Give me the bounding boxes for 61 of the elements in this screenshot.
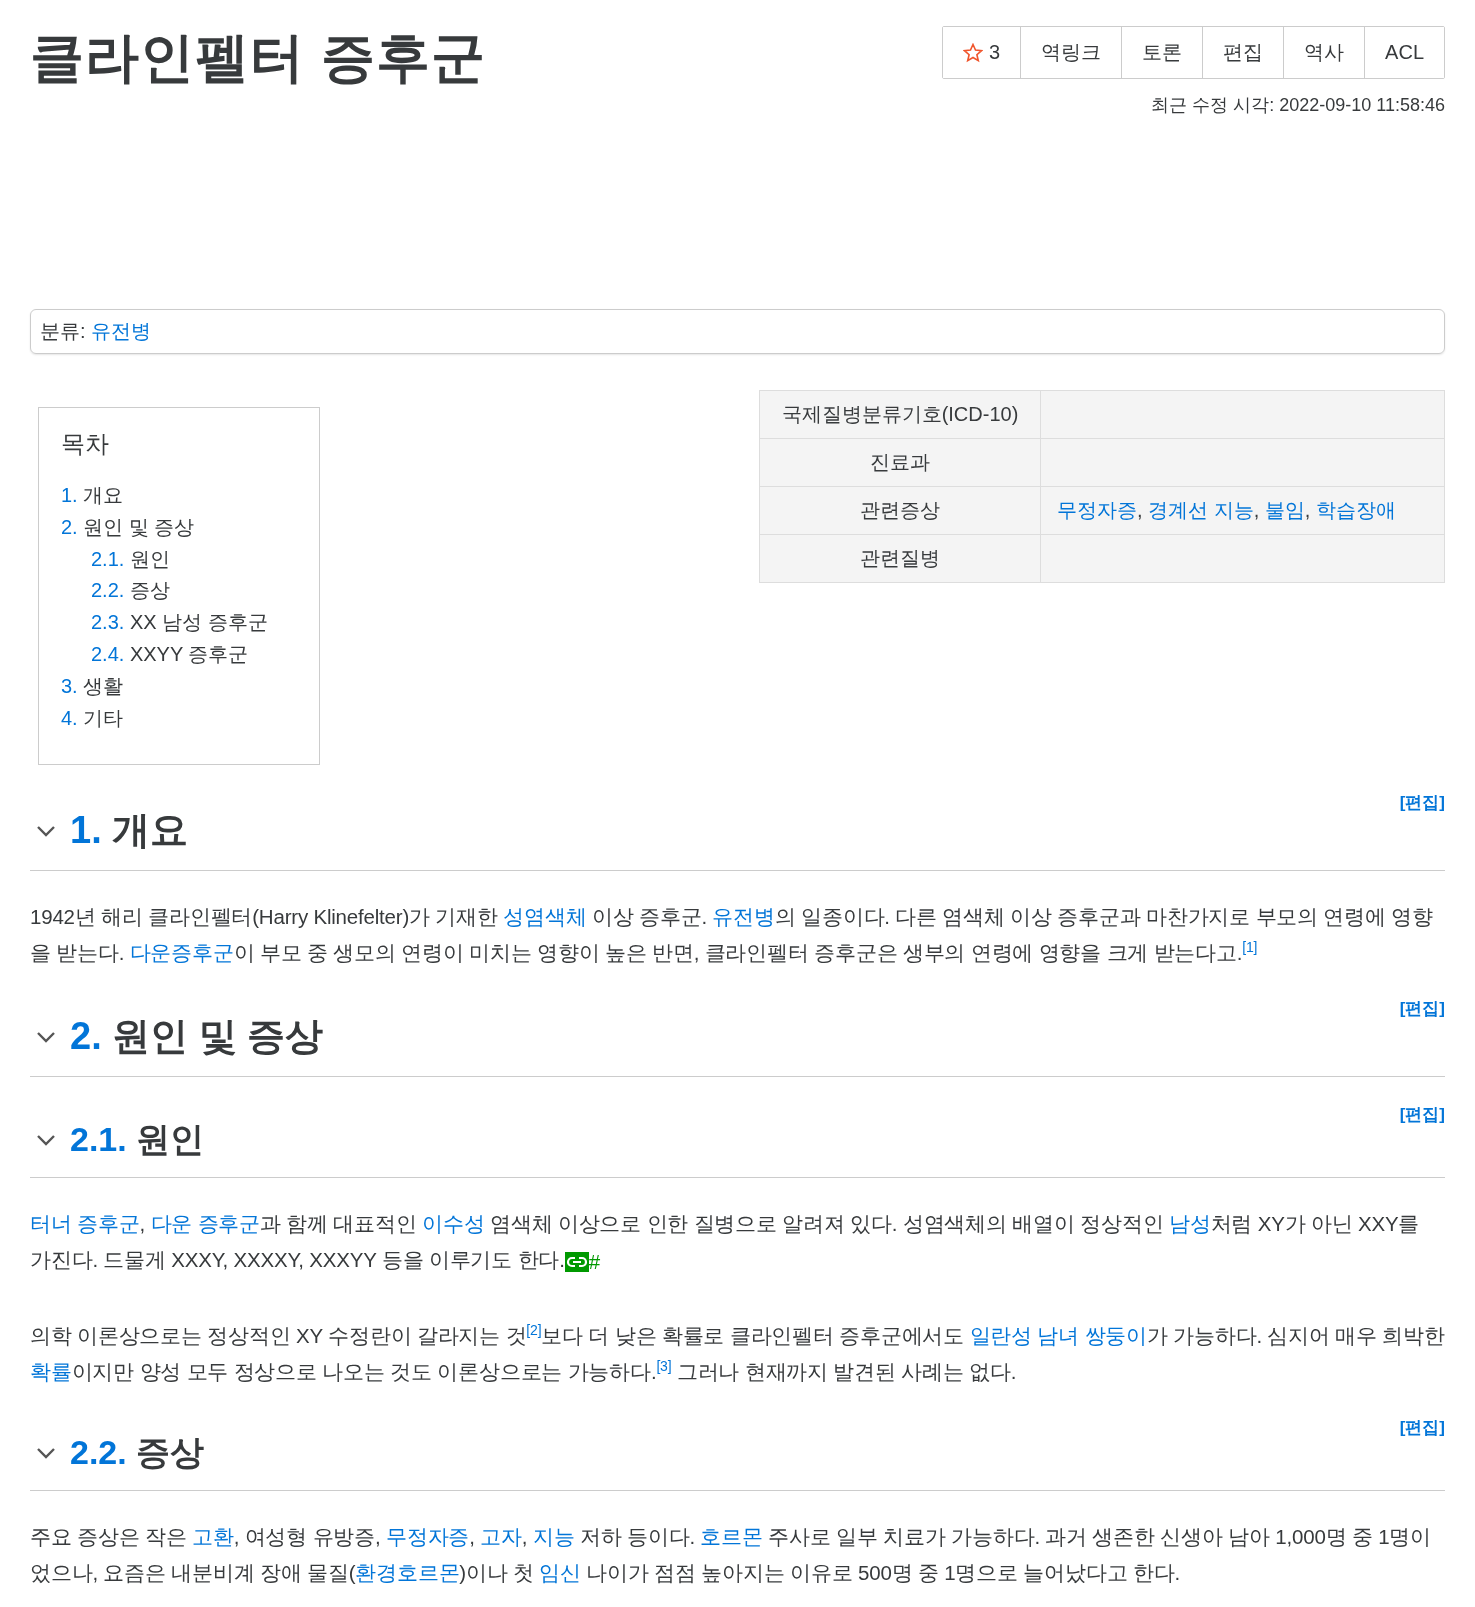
text-link[interactable]: 이수성	[422, 1212, 485, 1236]
edit-link[interactable]: [편집]	[1399, 791, 1445, 815]
text-link[interactable]: 확률	[30, 1359, 72, 1383]
chevron-icon[interactable]	[36, 1445, 56, 1460]
chain-link-icon	[564, 1251, 589, 1272]
toc-item[interactable]: 3. 생활	[61, 670, 291, 703]
text-link[interactable]: 학습장애	[1315, 499, 1396, 521]
text-link[interactable]: 터너 증후군	[30, 1212, 140, 1236]
infobox-label: 관련증상	[759, 486, 1041, 535]
text-link[interactable]: 다운 증후군	[150, 1212, 260, 1236]
category-label: 분류:	[40, 320, 86, 342]
text-link[interactable]: 환경호르몬	[355, 1560, 460, 1584]
footnote-link[interactable]: [2]	[526, 1322, 542, 1339]
edit-link[interactable]: [편집]	[1399, 997, 1445, 1021]
toc-item[interactable]: 4. 기타	[61, 702, 291, 735]
text-link[interactable]: 임신	[539, 1560, 581, 1584]
edit-link[interactable]: [편집]	[1399, 1103, 1445, 1127]
chevron-icon[interactable]	[36, 1133, 56, 1148]
text-link[interactable]: 지능	[532, 1524, 575, 1548]
chevron-icon[interactable]	[36, 1029, 56, 1044]
section-heading: 2.1. 원인	[70, 1119, 205, 1161]
text-link[interactable]: 남성	[1168, 1212, 1211, 1236]
text-link[interactable]: 고환	[192, 1524, 234, 1548]
footnote-link[interactable]: [1]	[1242, 939, 1258, 956]
toc-item[interactable]: 2.1. 원인	[61, 543, 291, 576]
paragraph: 주요 증상은 작은 고환, 여성형 유방증, 무정자증, 고자, 지능 저하 등이다. 호르몬 주사로 일부 치료가 가능하다. 과거 생존한 신생아 남아 1,000명 중 1명이었으나, 요즘은 내분비계 장애 물질(환경호르몬)이나 첫 임신 나이가 점점 높아지는 이유로 500명 중 1명으로 늘어났다고 한다.	[30, 1523, 1433, 1586]
chevron-icon[interactable]	[36, 823, 56, 838]
toc-item[interactable]: 2.3. XX 남성 증후군	[61, 607, 291, 639]
infobox-value: 무정자증, 경계선 지능, 불임, 학습장애	[1040, 486, 1445, 535]
toc-item[interactable]: 2. 원인 및 증상	[61, 511, 291, 544]
paragraph: 의학 이론상으로는 정상적인 XY 수정란이 갈라지는 것$^{[2]}$보다 더 낮은 확률로 클라인펠터 증후군에서도 일란성 남녀 쌍둥이가 가능하다. 심지어 매우 희박한 확률이지만 양성 모두 정상으로 나오는 것도 이론상으로는 가능하다.$^{[3]}$ 그러나 현재까지 발견된 사례는 없다.	[30, 1321, 1445, 1385]
toc-title: 목차	[61, 429, 110, 459]
text-link[interactable]: 불임	[1264, 499, 1305, 521]
toc-item[interactable]: 2.4. XXYY 증후군	[61, 639, 291, 671]
anchor-link[interactable]: #	[564, 1243, 600, 1280]
paragraph: 터너 증후군, 다운 증후군과 함께 대표적인 이수성 염색체 이상으로 인한 질병으로 알려져 있다. 성염색체의 배열이 정상적인 남성처럼 XY가 아닌 XXY를 가진다. 드물게 XXXY, XXXXY, XXXYY 등을 이루기도 한다. #	[30, 1206, 1445, 1280]
star-icon	[962, 42, 983, 63]
text-link[interactable]: 다운증후군	[129, 941, 234, 965]
text-link[interactable]: 호르몬	[700, 1524, 763, 1548]
section-heading: 2. 원인 및 증상	[70, 1014, 324, 1060]
text-link[interactable]: 일란성 남녀 쌍둥이	[969, 1323, 1147, 1347]
text-link[interactable]: 고자	[480, 1524, 522, 1548]
last-modified-text: 최근 수정 시각: 2022-09-10 11:58:46	[1151, 94, 1445, 117]
infobox-label: 국제질병분류기호(ICD-10)	[759, 390, 1041, 439]
page-action-button[interactable]: ACL	[1364, 27, 1444, 78]
infobox-label: 관련질병	[759, 534, 1041, 583]
section-heading: 2.2. 증상	[70, 1431, 205, 1473]
text-link[interactable]: 경계선 지능	[1148, 499, 1254, 521]
infobox-label: 진료과	[759, 438, 1041, 487]
toc-item[interactable]: 2.2. 증상	[61, 575, 291, 608]
text-link[interactable]: 유전병	[712, 905, 775, 929]
footnote-link[interactable]: [3]	[656, 1358, 672, 1375]
text-link[interactable]: 무정자증	[1057, 499, 1137, 521]
section-heading: 1. 개요	[70, 808, 189, 854]
category-link[interactable]: 유전병	[91, 320, 152, 342]
paragraph: 1942년 해리 클라인펠터(Harry Klinefelter)가 기재한 성염색체 이상 증후군. 유전병의 일종이다. 다른 염색체 이상 증후군과 마찬가지로 부모의 연령에 영향을 받는다. 다운증후군이 부모 중 생모의 연령이 미치는 영향이 높은 반면, 클라인펠터 증후군은 생부의 연령에 영향을 크게 받는다고.$^{[1]}$	[30, 904, 1434, 967]
toc-item[interactable]: 1. 개요	[61, 480, 291, 512]
text-link[interactable]: 무정자증	[386, 1524, 470, 1548]
page-title: 클라인펠터 증후군	[30, 26, 486, 89]
edit-link[interactable]: [편집]	[1399, 1415, 1445, 1439]
text-link[interactable]: 성염색체	[503, 905, 587, 929]
